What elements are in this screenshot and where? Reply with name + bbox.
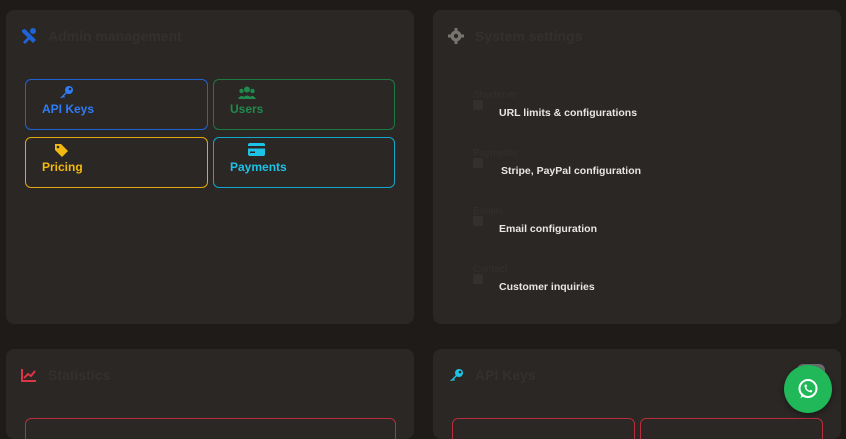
api-keys-card: API Keys 42 <box>433 349 841 439</box>
admin-card-title: Admin management <box>20 27 182 45</box>
chart-line-icon <box>20 366 38 384</box>
link-icon <box>473 100 483 110</box>
admin-card-title-text: Admin management <box>48 28 182 44</box>
statistics-panel <box>25 418 396 439</box>
settings-item-description: Customer inquiries <box>499 281 595 293</box>
admin-management-card: Admin management API Keys Users Pricing … <box>6 10 414 324</box>
tags-icon <box>54 143 70 160</box>
statistics-card-title: Statistics <box>20 366 110 384</box>
keys-card-title: API Keys <box>447 366 536 384</box>
users-label: Users <box>230 102 264 116</box>
users-icon <box>238 86 256 103</box>
settings-card-title: System settings <box>447 27 582 45</box>
api-keys-tile[interactable]: API Keys <box>25 79 208 130</box>
envelope-icon <box>473 216 483 226</box>
keys-panel-right <box>640 418 823 439</box>
whatsapp-icon <box>797 378 819 400</box>
keys-panel-left <box>452 418 635 439</box>
gear-icon <box>447 27 465 45</box>
key-icon <box>447 366 465 384</box>
whatsapp-chat-button[interactable] <box>784 365 832 413</box>
settings-item-description: URL limits & configurations <box>499 107 638 119</box>
settings-item-description: Email configuration <box>499 223 598 235</box>
users-tile[interactable]: Users <box>213 79 395 130</box>
key-icon <box>58 85 74 102</box>
inbox-icon <box>473 274 483 284</box>
credit-card-icon <box>473 158 483 168</box>
payments-label: Payments <box>230 160 287 174</box>
api-keys-label: API Keys <box>42 102 95 116</box>
settings-card-title-text: System settings <box>475 28 583 44</box>
payments-tile[interactable]: Payments <box>213 137 395 188</box>
system-settings-card: System settings Shortener URL limits & c… <box>433 10 841 324</box>
statistics-card: Statistics <box>6 349 414 439</box>
credit-card-icon <box>248 143 265 159</box>
pricing-tile[interactable]: Pricing <box>25 137 208 188</box>
settings-item-description: Stripe, PayPal configuration <box>501 165 642 177</box>
keys-card-title-text: API Keys <box>475 367 536 383</box>
tools-icon <box>20 27 38 45</box>
pricing-label: Pricing <box>42 160 83 174</box>
statistics-card-title-text: Statistics <box>48 367 111 383</box>
